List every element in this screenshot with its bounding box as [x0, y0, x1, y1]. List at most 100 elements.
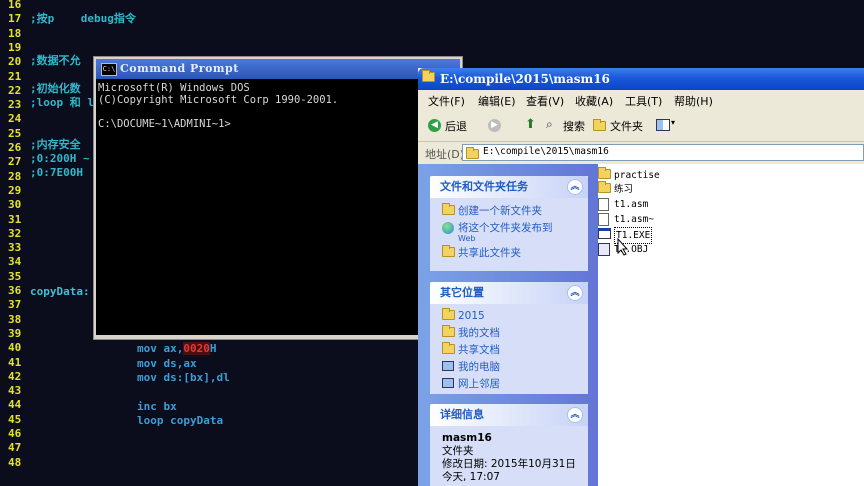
folders-icon[interactable]: [593, 119, 606, 131]
file-name: 练习: [614, 184, 634, 195]
details-modified: 修改日期: 2015年10月31日: [442, 458, 576, 470]
task-publish-label: 将这个文件夹发布到: [458, 222, 553, 234]
line-number: 47: [8, 441, 22, 455]
back-arrow-icon[interactable]: ◀: [428, 119, 441, 132]
address-folder-icon: [466, 147, 479, 159]
code-line-23: ;loop 和 l: [30, 96, 94, 109]
cmd-console[interactable]: Microsoft(R) Windows DOS (C)Copyright Mi…: [96, 79, 460, 335]
mouse-cursor-icon: [617, 238, 629, 256]
line-number: 45: [8, 412, 22, 426]
collapse-chevron-icon[interactable]: ︽: [567, 285, 583, 301]
line-number: 39: [8, 326, 22, 340]
folder-icon: [598, 167, 611, 179]
file-name: practise: [614, 170, 660, 181]
file-tasks-header[interactable]: 文件和文件夹任务 ︽: [430, 176, 588, 198]
file-name: t1.asm~: [614, 214, 655, 225]
line-number: 40: [8, 341, 22, 355]
menu-file[interactable]: 文件(F): [428, 93, 465, 109]
line-number: 44: [8, 398, 22, 412]
file-tasks-panel: 文件和文件夹任务 ︽ 创建一个新文件夹 将这个文件夹发布到 Web 共享此文件夹: [430, 176, 588, 271]
collapse-chevron-icon[interactable]: ︽: [567, 179, 583, 195]
file-list[interactable]: practise 练习 t1.asm t1.asm~ T1.EXE T1.OBJ: [598, 164, 864, 486]
code-line-42: mov ds:[bx],dl: [137, 371, 230, 384]
place-network-label: 网上邻居: [458, 378, 500, 390]
task-pane: 文件和文件夹任务 ︽ 创建一个新文件夹 将这个文件夹发布到 Web 共享此文件夹…: [418, 164, 598, 486]
folder-icon: [422, 70, 435, 82]
code-line-40-suffix: H: [209, 342, 217, 355]
text-file-icon: [598, 213, 609, 226]
command-prompt-window[interactable]: C:\ Command Prompt Microsoft(R) Windows …: [93, 56, 463, 340]
explorer-title-bar[interactable]: E:\compile\2015\masm16: [418, 68, 864, 90]
code-line-22: ;初始化数: [30, 82, 81, 95]
place-network[interactable]: 网上邻居: [430, 376, 588, 393]
folder-icon: [442, 308, 455, 320]
code-line-26: ;0:200H ~: [30, 152, 90, 165]
code-line-17: ;按p debug指令: [30, 12, 136, 25]
other-places-title: 其它位置: [440, 286, 484, 299]
line-number: 29: [8, 183, 22, 197]
code-line-27: ;0:7E00H: [30, 166, 83, 179]
file-name: t1.asm: [614, 199, 649, 210]
menu-tools[interactable]: 工具(T): [625, 93, 662, 109]
search-icon[interactable]: ⌕: [546, 117, 553, 132]
menu-view[interactable]: 查看(V): [526, 93, 564, 109]
highlighted-number: 0020: [183, 342, 210, 355]
cmd-app-icon: C:\: [101, 63, 117, 76]
cmd-title: Command Prompt: [120, 62, 239, 75]
explorer-window[interactable]: E:\compile\2015\masm16 文件(F) 编辑(E) 查看(V)…: [418, 68, 864, 486]
share-folder-icon: [442, 245, 455, 257]
forward-arrow-icon[interactable]: ▶: [488, 119, 501, 132]
new-folder-icon: [442, 203, 455, 215]
other-places-panel: 其它位置 ︽ 2015 我的文档 共享文档 我的电脑 网上邻居: [430, 282, 588, 394]
line-number: 35: [8, 269, 22, 283]
network-places-icon: [442, 378, 454, 388]
task-publish-web[interactable]: 将这个文件夹发布到: [430, 220, 588, 237]
code-line-41: mov ds,ax: [137, 357, 197, 370]
back-button[interactable]: 后退: [445, 118, 467, 134]
task-new-folder-label: 创建一个新文件夹: [458, 205, 542, 217]
other-places-header[interactable]: 其它位置 ︽: [430, 282, 588, 304]
my-documents-icon: [442, 325, 455, 337]
line-number: 18: [8, 26, 22, 40]
code-line-44: inc bx: [137, 400, 177, 413]
collapse-chevron-icon[interactable]: ︽: [567, 407, 583, 423]
cmd-title-bar[interactable]: C:\ Command Prompt: [96, 59, 460, 79]
menu-favorites[interactable]: 收藏(A): [575, 93, 613, 109]
exe-file-icon: [598, 228, 611, 239]
explorer-title: E:\compile\2015\masm16: [440, 72, 610, 86]
folder-icon: [598, 181, 611, 193]
search-button[interactable]: 搜索: [563, 118, 585, 134]
details-header[interactable]: 详细信息 ︽: [430, 404, 588, 426]
task-share-folder[interactable]: 共享此文件夹: [430, 245, 588, 262]
cmd-line-2: (C)Copyright Microsoft Corp 1990-2001.: [98, 94, 339, 106]
place-shared-documents-label: 共享文档: [458, 344, 500, 356]
place-my-documents[interactable]: 我的文档: [430, 325, 588, 342]
my-computer-icon: [442, 361, 454, 371]
details-name: masm16: [442, 432, 492, 444]
text-file-icon: [598, 198, 609, 211]
place-my-computer-label: 我的电脑: [458, 361, 500, 373]
views-dropdown-icon[interactable]: ▾: [671, 118, 675, 127]
up-folder-icon[interactable]: ⬆: [525, 117, 536, 132]
line-number: 46: [8, 427, 22, 440]
place-my-computer[interactable]: 我的电脑: [430, 359, 588, 376]
address-bar: 地址(D) E:\compile\2015\masm16: [418, 142, 864, 165]
line-number: 24: [8, 112, 22, 126]
place-shared-documents[interactable]: 共享文档: [430, 342, 588, 359]
code-line-40-op: mov ax,: [137, 342, 184, 355]
task-new-folder[interactable]: 创建一个新文件夹: [430, 203, 588, 220]
cmd-line-1: Microsoft(R) Windows DOS: [98, 82, 250, 94]
line-number: 19: [8, 40, 22, 54]
code-line-25: ;内存安全: [30, 138, 81, 151]
place-2015[interactable]: 2015: [430, 308, 588, 325]
menu-help[interactable]: 帮助(H): [674, 93, 713, 109]
code-line-20: ;数据不允: [30, 54, 81, 67]
line-number: 31: [8, 212, 22, 226]
line-number: 34: [8, 255, 22, 269]
address-input[interactable]: E:\compile\2015\masm16: [462, 144, 864, 161]
folders-button[interactable]: 文件夹: [610, 118, 643, 134]
shared-documents-icon: [442, 342, 455, 354]
views-icon[interactable]: [656, 119, 670, 131]
menu-edit[interactable]: 编辑(E): [478, 93, 516, 109]
details-type: 文件夹: [442, 445, 474, 457]
